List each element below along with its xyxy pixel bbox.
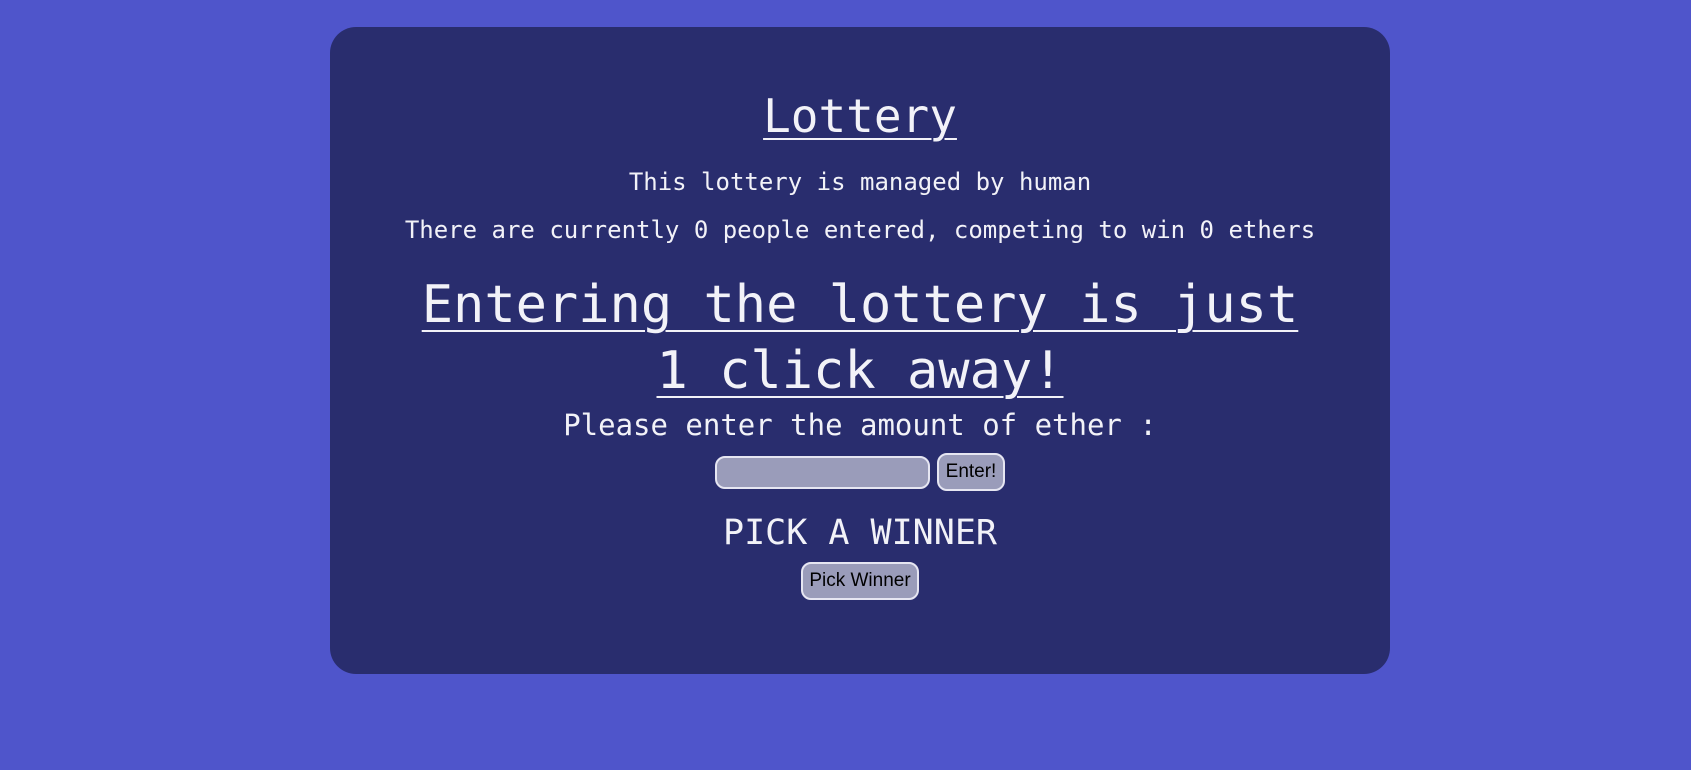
prize-amount: 0 xyxy=(1199,216,1214,244)
page-title: Lottery xyxy=(763,89,957,143)
stats-prefix: There are currently xyxy=(404,216,694,244)
players-count: 0 xyxy=(693,216,709,244)
pick-winner-row: Pick Winner xyxy=(330,562,1390,600)
pick-winner-button[interactable]: Pick Winner xyxy=(801,562,919,600)
ether-amount-input[interactable] xyxy=(715,455,930,489)
enter-button[interactable]: Enter! xyxy=(937,453,1005,491)
pick-winner-heading: PICK A WINNER xyxy=(723,513,997,553)
lottery-card: Lottery This lottery is managed by human… xyxy=(330,27,1390,674)
manager-text: This lottery is managed by human xyxy=(628,168,1092,196)
ether-amount-label: Please enter the amount of ether : xyxy=(563,408,1157,442)
lottery-stats: There are currently 0 people entered, co… xyxy=(330,215,1390,246)
stats-middle: people entered, competing to win xyxy=(708,216,1200,244)
stats-suffix: ethers xyxy=(1214,216,1316,244)
entry-form: Enter! xyxy=(330,452,1390,492)
entry-headline: Entering the lottery is just 1 click awa… xyxy=(421,275,1299,401)
